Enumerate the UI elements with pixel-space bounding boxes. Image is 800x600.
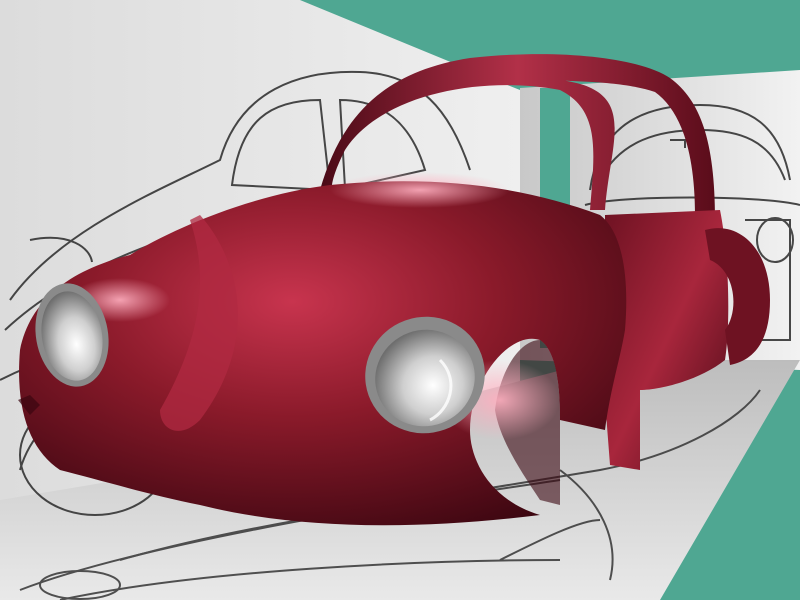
hood-highlight — [330, 172, 510, 208]
render-scene — [0, 0, 800, 600]
